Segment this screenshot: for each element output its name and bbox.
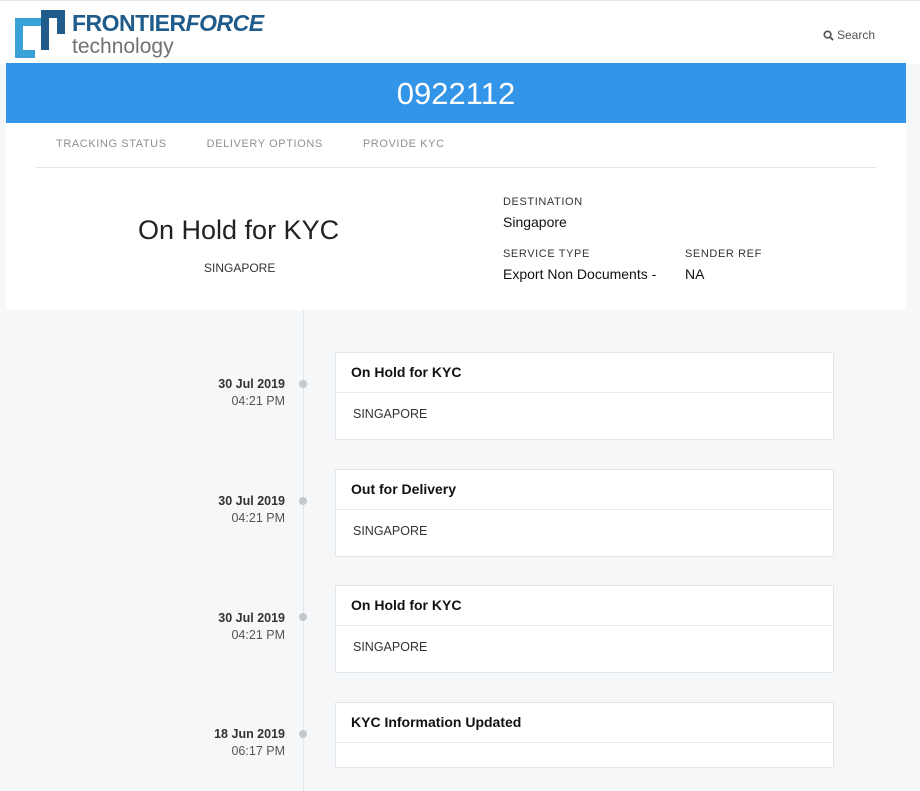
event-time: 04:21 PM [231,394,285,408]
current-status: On Hold for KYC [138,215,340,245]
service-type-label: SERVICE TYPE [503,248,590,260]
tab-bar: TRACKING STATUS DELIVERY OPTIONS PROVIDE… [36,123,876,168]
logo-mark-icon [15,10,65,58]
event-title: On Hold for KYC [336,586,833,626]
event-date: 30 Jul 2019 [218,494,285,508]
timeline-dot [299,613,307,621]
event-card: Out for Delivery SINGAPORE [335,469,834,557]
event-time: 06:17 PM [231,744,285,758]
logo-subtitle: technology [72,35,174,58]
event-card: On Hold for KYC SINGAPORE [335,585,834,673]
event-location [336,743,833,757]
event-date: 30 Jul 2019 [218,377,285,391]
event-title: Out for Delivery [336,470,833,510]
event-card: KYC Information Updated [335,702,834,768]
event-location: SINGAPORE [353,407,428,421]
event-time: 04:21 PM [231,511,285,525]
event-title: KYC Information Updated [336,703,833,743]
event-timestamp: 30 Jul 2019 04:21 PM [195,494,285,525]
event-location: SINGAPORE [353,524,428,538]
event-title: On Hold for KYC [336,353,833,393]
destination-value: Singapore [503,214,567,230]
service-type-value: Export Non Documents - [503,266,657,282]
timeline-dot [299,730,307,738]
event-date: 18 Jun 2019 [214,727,285,741]
search-button[interactable]: Search [823,27,875,43]
timeline-dot [299,380,307,388]
search-label: Search [836,28,875,42]
event-time: 04:21 PM [231,628,285,642]
logo-primary-text: FRONTIER [72,10,186,36]
logo-wordmark: FRONTIERFORCE [72,10,264,37]
sender-ref-label: SENDER REF [685,248,762,260]
event-timestamp: 30 Jul 2019 04:21 PM [195,611,285,642]
tab-delivery-options[interactable]: DELIVERY OPTIONS [187,123,343,167]
tracking-number-banner: 0922112 [6,63,906,123]
shipment-summary-panel: TRACKING STATUS DELIVERY OPTIONS PROVIDE… [6,123,906,310]
event-date: 30 Jul 2019 [218,611,285,625]
logo-accent-text: FORCE [185,10,265,36]
current-location: SINGAPORE [204,261,276,275]
search-icon [823,29,834,41]
timeline-dot [299,497,307,505]
event-card: On Hold for KYC SINGAPORE [335,352,834,440]
sender-ref-value: NA [685,266,705,282]
event-timestamp: 18 Jun 2019 06:17 PM [195,727,285,758]
destination-label: DESTINATION [503,196,583,208]
event-timestamp: 30 Jul 2019 04:21 PM [195,377,285,408]
frontierforce-logo[interactable]: FRONTIERFORCE technology [13,6,264,62]
top-navbar: FRONTIERFORCE technology Search [0,0,920,64]
tab-tracking-status[interactable]: TRACKING STATUS [36,123,187,167]
event-location: SINGAPORE [353,640,428,654]
tab-provide-kyc[interactable]: PROVIDE KYC [343,123,465,167]
